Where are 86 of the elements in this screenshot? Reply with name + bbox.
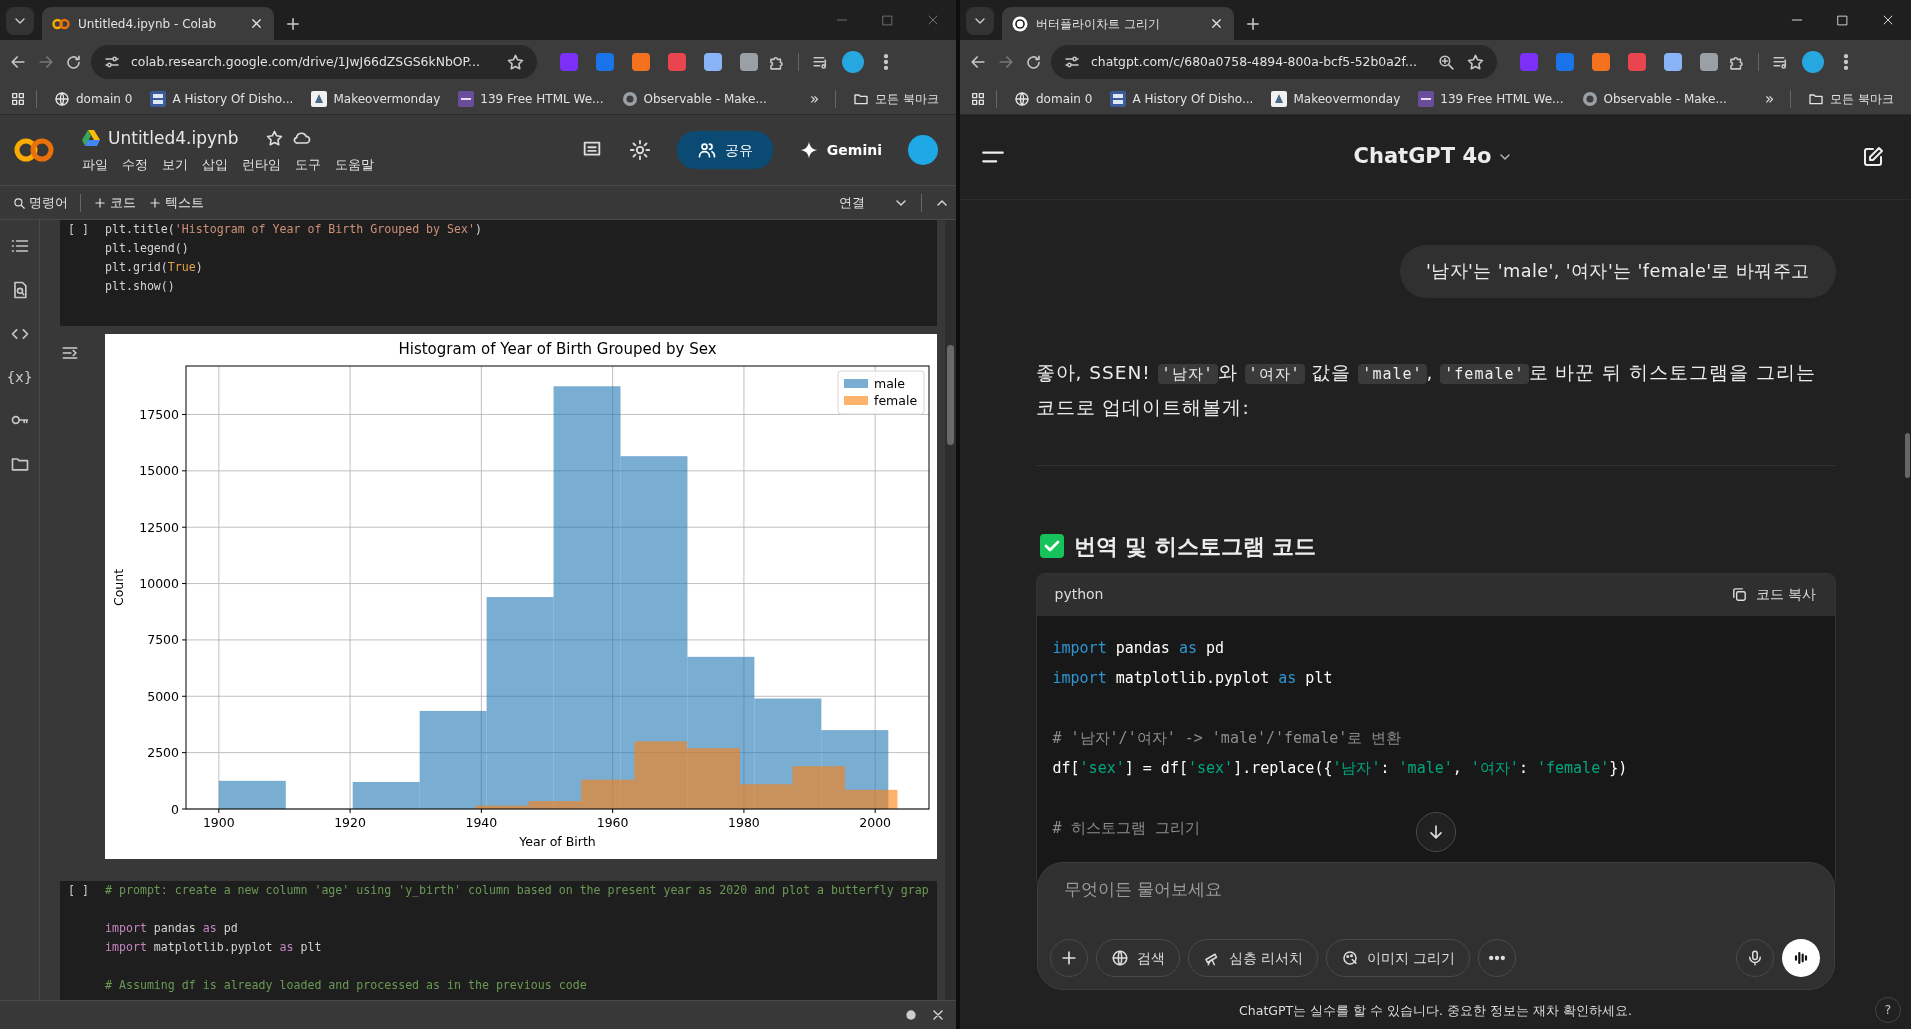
y-tick: 2500 (147, 745, 187, 761)
code-line: plt.title('Histogram of Year of Birth Grouped by Sex') (105, 221, 483, 238)
code-line: import pandas as pd (105, 920, 239, 937)
bookmark[interactable]: 139 Free HTML We... (451, 88, 611, 110)
x-tick: 1980 (728, 808, 760, 830)
bookmark[interactable]: A History Of Disho... (1103, 88, 1261, 110)
menu-item[interactable]: 파일 (82, 155, 108, 175)
command-palette-button[interactable]: 명령어 (6, 190, 74, 215)
copy-code-button[interactable]: 코드 복사 (1731, 584, 1817, 606)
x-tick-label: 1920 (334, 815, 367, 830)
x-tick: 2000 (859, 808, 892, 830)
help-button[interactable]: ? (1875, 997, 1901, 1023)
legend-label: male (874, 376, 905, 391)
y-tick: 7500 (147, 632, 187, 648)
code-line: plt.grid(True) (105, 259, 204, 276)
menu-item[interactable]: 런타임 (242, 155, 281, 175)
bookmark[interactable]: Makeovermonday (304, 88, 448, 110)
connect-button[interactable]: 연결 (833, 190, 871, 215)
y-tick-label: 7500 (147, 632, 180, 648)
bookmark[interactable]: Observable - Make... (614, 88, 774, 110)
variables-icon[interactable]: {x} (6, 368, 33, 386)
menu-item[interactable]: 삽입 (202, 155, 228, 175)
y-tick: 0 (171, 801, 187, 817)
add-text-button[interactable]: 텍스트 (142, 190, 210, 215)
all-bookmarks-folder[interactable]: 모든 북마크 (1801, 88, 1901, 110)
y-tick-label: 2500 (147, 745, 180, 761)
more-bookmarks-button[interactable]: » (1759, 87, 1781, 111)
y-tick: 17500 (139, 406, 187, 422)
bookmark[interactable]: A History Of Disho... (143, 88, 301, 110)
x-tick-label: 1980 (728, 815, 760, 830)
y-axis-title: Count (111, 568, 126, 607)
legend-label: female (874, 393, 918, 408)
x-axis-title: Year of Birth (519, 834, 596, 849)
browser-tab[interactable]: Untitled4.ipynb - Colab (42, 7, 274, 40)
y-tick: 15000 (139, 463, 187, 479)
disclaimer: ChatGPT는 실수를 할 수 있습니다. 중요한 정보는 재차 확인하세요. (1239, 1003, 1632, 1019)
x-tick: 1960 (596, 808, 629, 830)
bookmark[interactable]: Makeovermonday (1264, 88, 1408, 110)
bookmark[interactable]: 139 Free HTML We... (1411, 88, 1571, 110)
notebook-title[interactable]: Untitled4.ipynb (108, 125, 239, 151)
menu-item[interactable]: 수정 (122, 155, 148, 175)
x-tick-label: 1940 (465, 815, 498, 830)
add-code-button[interactable]: 코드 (87, 190, 142, 215)
code-line: df['sex'] = df['sex'].replace({'남자': 'male', '여자': 'female'}) (1052, 757, 1628, 779)
code-line: import matplotlib.pyplot as plt (1052, 667, 1333, 689)
code-line: # '남자'/'여자' -> 'male'/'female'로 변환 (1052, 727, 1402, 749)
bookmark[interactable]: Observable - Make... (1574, 88, 1734, 110)
y-tick-label: 5000 (147, 688, 180, 704)
address-bar[interactable]: chatgpt.com/c/680a0758-4894-800a-bcf5-52b0a2f... (1051, 45, 1497, 79)
x-tick-label: 1960 (596, 815, 629, 830)
x-tick: 1920 (334, 808, 366, 830)
bookmark[interactable]: domain 0 (47, 88, 140, 110)
code-line: import pandas as pd (1052, 637, 1225, 659)
run-marker[interactable]: [ ] (60, 220, 105, 296)
x-tick: 1940 (465, 808, 498, 830)
code-line: plt.show() (105, 278, 176, 295)
menu-item[interactable]: 보기 (162, 155, 188, 175)
all-bookmarks-folder[interactable]: 모든 북마크 (846, 88, 946, 110)
model-selector[interactable]: ChatGPT 4o (1347, 140, 1520, 174)
section-heading: 번역 및 히스토그램 코드 (1073, 532, 1317, 561)
code-line: # prompt: create a new column 'age' using 'y_birth' column based on the present year as 2020 and plot a butterfly grap (105, 882, 930, 899)
y-tick: 5000 (147, 688, 187, 704)
code-line: # 히스토그램 그리기 (1052, 817, 1200, 839)
menu-item[interactable]: 도구 (295, 155, 321, 175)
browser-tab[interactable]: 버터플라이차트 그리기 (1002, 7, 1234, 40)
share-button[interactable]: 공유 (676, 131, 773, 169)
x-tick-label: 1900 (202, 815, 235, 830)
chart-title: Histogram of Year of Birth Grouped by Sex (398, 340, 717, 358)
menu-item[interactable]: 도움말 (335, 155, 374, 175)
gemini-button[interactable]: Gemini (798, 139, 882, 161)
address-bar[interactable]: colab.research.google.com/drive/1JwJ66dZSGS6kNbOP... (91, 45, 537, 79)
y-tick: 10000 (139, 576, 187, 592)
run-marker[interactable]: [ ] (60, 881, 105, 995)
assistant-message: 좋아, SSEN! '남자' 와 '여자' 값을 'male' , 'female' 로 바꾼 뒤 히스토그램을 그리는 코드로 업데이트해볼게: (1035, 360, 1818, 420)
bookmark[interactable]: domain 0 (1007, 88, 1100, 110)
x-tick-label: 2000 (859, 815, 892, 830)
more-bookmarks-button[interactable]: » (804, 87, 826, 111)
code-language: python (1054, 585, 1104, 605)
x-tick: 1900 (202, 808, 235, 830)
code-line: plt.legend() (105, 240, 190, 257)
message-input[interactable]: 무엇이든 물어보세요 (1063, 877, 1820, 903)
y-tick-label: 0 (171, 801, 180, 817)
y-tick: 12500 (139, 519, 187, 535)
code-line: import matplotlib.pyplot as plt (105, 939, 323, 956)
user-message: '남자'는 'male', '여자'는 'female'로 바꿔주고 (1400, 245, 1836, 298)
code-line: # Assuming df is already loaded and processed as in the previous code (105, 977, 588, 994)
